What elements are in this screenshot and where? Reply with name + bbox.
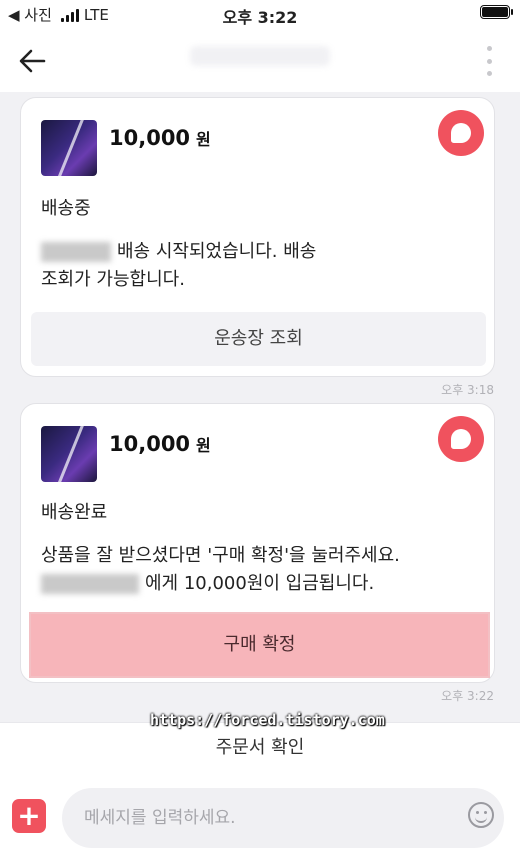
add-attachment-button[interactable]: + (12, 799, 46, 833)
product-price: 10,000 원 (109, 432, 211, 456)
redacted-name (41, 242, 111, 262)
message-input[interactable] (62, 788, 504, 848)
product-price: 10,000 원 (109, 126, 211, 150)
message-time: 오후 3:22 (441, 689, 494, 703)
chat-bubble-icon[interactable] (438, 416, 484, 462)
confirm-purchase-button[interactable]: 구매 확정 (29, 612, 490, 678)
product-thumbnail[interactable] (41, 426, 97, 482)
order-details-button[interactable]: 주문서 확인 (0, 722, 520, 779)
message-text: 배송 시작되었습니다. 배송 조회가 가능합니다. (41, 241, 317, 290)
more-options-icon[interactable] (484, 46, 494, 76)
product-thumbnail[interactable] (41, 120, 97, 176)
order-status: 배송중 (41, 198, 91, 219)
back-arrow-icon[interactable] (16, 44, 50, 78)
chat-bubble-icon[interactable] (438, 110, 484, 156)
battery-icon (480, 5, 513, 19)
clock: 오후 3:22 (222, 8, 298, 27)
delivered-message-card: 10,000 원 배송완료 상품을 잘 받으셨다면 '구매 확정'을 눌러주세요.… (20, 403, 495, 683)
message-time: 오후 3:18 (441, 383, 494, 397)
redacted-name (41, 574, 139, 594)
order-status: 배송완료 (41, 502, 108, 523)
chat-title-redacted (190, 46, 330, 66)
shipping-message-card: 10,000 원 배송중 배송 시작되었습니다. 배송 조회가 가능합니다. 운송… (20, 97, 495, 377)
message-text: 상품을 잘 받으셨다면 '구매 확정'을 눌러주세요. 에게 10,000원이 … (41, 545, 400, 594)
track-shipment-button[interactable]: 운송장 조회 (31, 312, 486, 366)
watermark-text: https://forced.tistory.com (150, 711, 385, 729)
message-input-bar: + (0, 778, 520, 858)
status-bar: ◀ 사진 LTE 오후 3:22 (0, 0, 520, 28)
nav-bar (0, 28, 520, 92)
emoji-icon[interactable] (468, 802, 494, 828)
